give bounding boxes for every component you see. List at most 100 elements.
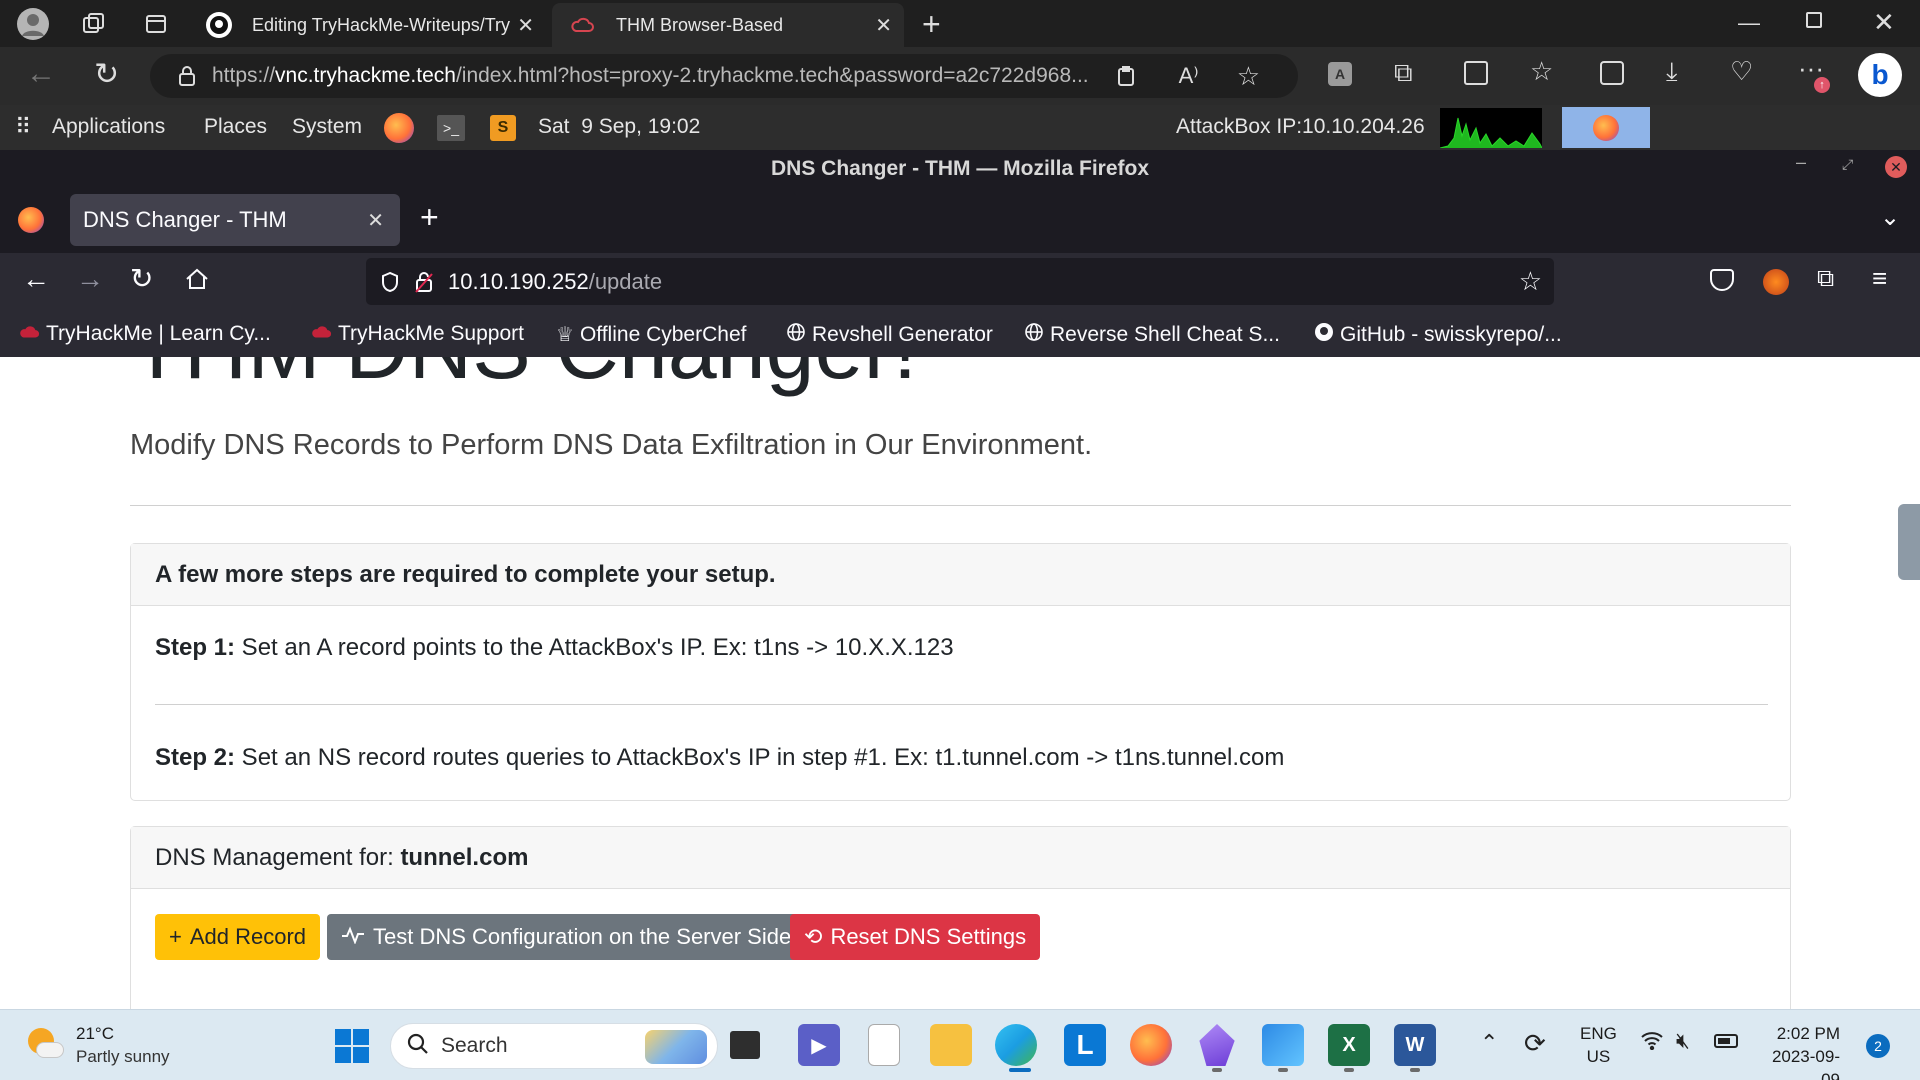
- ff-maximize-icon[interactable]: ⤢: [1842, 156, 1853, 173]
- bing-copilot-icon[interactable]: b: [1858, 53, 1902, 97]
- bookmark-cyberchef[interactable]: ♕ Offline CyberChef: [556, 322, 746, 347]
- system-clock[interactable]: 2:02 PM 2023-09-09: [1760, 1022, 1840, 1080]
- firefox-launcher-icon[interactable]: [384, 113, 414, 143]
- forward-icon[interactable]: →: [76, 263, 104, 295]
- volume-muted-icon[interactable]: 🔇︎: [1676, 1028, 1690, 1054]
- language-indicator[interactable]: ENG US: [1580, 1022, 1617, 1068]
- page-title: THM DNS Changer!: [130, 357, 917, 399]
- dns-management-header: DNS Management for: tunnel.com: [131, 827, 1790, 889]
- terminal-launcher-icon[interactable]: >_: [437, 115, 465, 141]
- collections-icon[interactable]: [1600, 61, 1624, 85]
- firefox-address-bar[interactable]: 10.10.190.252/update ☆: [366, 258, 1554, 305]
- bookmark-thm-support[interactable]: TryHackMe Support: [310, 322, 524, 346]
- step-2: Step 2: Set an NS record routes queries …: [155, 744, 1284, 772]
- url-host: 10.10.190.252: [448, 268, 589, 294]
- taskbar-search-box[interactable]: Search: [390, 1023, 718, 1069]
- applications-menu[interactable]: Applications: [52, 115, 165, 139]
- foxyproxy-icon[interactable]: [1763, 269, 1789, 295]
- browser-essentials-icon[interactable]: ♡: [1730, 56, 1753, 87]
- downloads-icon[interactable]: ⤓: [1666, 56, 1678, 88]
- sync-icon[interactable]: ⟳: [1524, 1028, 1546, 1059]
- workspaces-icon[interactable]: [80, 10, 108, 38]
- url-path: /index.html?host=proxy-2.tryhackme.tech&…: [455, 64, 1089, 87]
- system-menu[interactable]: System: [292, 115, 362, 139]
- clipboard-icon[interactable]: [1117, 65, 1135, 87]
- test-dns-config-button[interactable]: Test DNS Configuration on the Server Sid…: [327, 914, 806, 960]
- globe-icon: [1024, 322, 1044, 348]
- bookmark-github[interactable]: GitHub - swisskyrepo/...: [1314, 322, 1562, 348]
- places-menu[interactable]: Places: [204, 115, 267, 139]
- profile-avatar-icon[interactable]: [17, 8, 49, 40]
- edge-address-bar[interactable]: https://vnc.tryhackme.tech/index.html?ho…: [150, 54, 1298, 98]
- refresh-icon[interactable]: ↻: [94, 57, 119, 92]
- ff-minimize-icon[interactable]: –: [1796, 152, 1806, 173]
- setup-header-text: A few more steps are required to complet…: [155, 560, 776, 588]
- close-window-icon[interactable]: ✕: [1873, 7, 1895, 38]
- activity-pulse-icon: [341, 924, 365, 950]
- tracking-shield-icon[interactable]: [380, 271, 400, 293]
- excel-icon[interactable]: X: [1328, 1024, 1370, 1066]
- reload-icon[interactable]: ↻: [130, 262, 153, 295]
- running-indicator: [1344, 1068, 1354, 1072]
- edge-tab-label: Editing TryHackMe-Writeups/Try: [252, 14, 511, 35]
- bookmark-tryhackme[interactable]: TryHackMe | Learn Cy...: [18, 322, 271, 346]
- new-tab-icon[interactable]: +: [922, 6, 941, 43]
- back-icon[interactable]: ←: [22, 263, 50, 295]
- edge-tab-thm[interactable]: THM Browser-Based ✕: [552, 3, 904, 47]
- read-aloud-icon[interactable]: A⁾: [1179, 63, 1199, 89]
- battery-icon[interactable]: [1714, 1034, 1738, 1048]
- bookmark-star-icon[interactable]: ☆: [1519, 266, 1542, 297]
- wifi-icon[interactable]: [1640, 1030, 1664, 1055]
- new-tab-icon[interactable]: +: [420, 199, 439, 236]
- apps-grid-icon[interactable]: ⠿: [15, 114, 31, 140]
- file-explorer-icon[interactable]: [930, 1024, 972, 1066]
- firefox-window-button[interactable]: [1562, 107, 1650, 148]
- close-tab-icon[interactable]: ✕: [367, 208, 384, 233]
- firefox-view-icon[interactable]: [18, 207, 44, 233]
- windows-start-icon[interactable]: [334, 1028, 370, 1069]
- word-icon[interactable]: W: [1394, 1024, 1436, 1066]
- show-hidden-icons-icon[interactable]: ⌃: [1480, 1030, 1498, 1056]
- pocket-icon[interactable]: [1710, 269, 1734, 291]
- side-panel-handle[interactable]: [1898, 504, 1920, 580]
- edge-toolbar: ← ↻ https://vnc.tryhackme.tech/index.htm…: [0, 47, 1920, 105]
- teams-chat-icon[interactable]: ▶: [798, 1024, 840, 1066]
- file-document-icon[interactable]: [868, 1024, 900, 1066]
- notification-badge[interactable]: 2: [1866, 1034, 1890, 1058]
- photos-icon[interactable]: [1262, 1024, 1304, 1066]
- firefox-taskbar-icon[interactable]: [1130, 1024, 1172, 1066]
- restore-icon[interactable]: [1806, 12, 1822, 28]
- favorites-icon[interactable]: ☆: [1530, 56, 1553, 87]
- panel-clock[interactable]: Sat 9 Sep, 19:02: [538, 115, 700, 139]
- reset-dns-button[interactable]: ⟲ Reset DNS Settings: [790, 914, 1041, 960]
- firefox-tab-dns-changer[interactable]: DNS Changer - THM ✕: [70, 194, 400, 246]
- l-app-icon[interactable]: L: [1064, 1024, 1106, 1066]
- extensions-icon[interactable]: ⧉: [1817, 265, 1834, 293]
- extensions-puzzle-icon[interactable]: ⧉: [1394, 57, 1413, 89]
- close-tab-icon[interactable]: ✕: [517, 13, 534, 38]
- sublime-launcher-icon[interactable]: S: [490, 115, 516, 141]
- weather-widget[interactable]: 21°C Partly sunny: [26, 1022, 170, 1068]
- minimize-icon[interactable]: —: [1738, 10, 1760, 36]
- gnome-top-panel: ⠿ Applications Places System >_ S Sat 9 …: [0, 105, 1920, 150]
- firefox-tab-bar: DNS Changer - THM ✕ + ⌄: [0, 187, 1920, 253]
- split-screen-icon[interactable]: [1464, 61, 1488, 85]
- home-icon[interactable]: [184, 267, 210, 296]
- obsidian-icon[interactable]: [1199, 1024, 1235, 1066]
- list-all-tabs-icon[interactable]: ⌄: [1880, 203, 1900, 232]
- close-tab-icon[interactable]: ✕: [875, 13, 892, 38]
- bookmark-reverse-shell[interactable]: Reverse Shell Cheat S...: [1024, 322, 1280, 348]
- back-icon[interactable]: ←: [26, 57, 56, 91]
- bookmark-revshell[interactable]: Revshell Generator: [786, 322, 993, 348]
- menu-hamburger-icon[interactable]: ≡: [1872, 263, 1887, 294]
- insecure-lock-icon[interactable]: [414, 271, 434, 293]
- step-2-label: Step 2:: [155, 744, 236, 771]
- edge-browser-icon[interactable]: [995, 1024, 1037, 1066]
- task-view-icon[interactable]: [730, 1031, 760, 1059]
- favorite-star-icon[interactable]: ☆: [1237, 61, 1260, 92]
- ff-close-window-icon[interactable]: ✕: [1885, 156, 1907, 178]
- extension-icon[interactable]: A: [1328, 62, 1352, 86]
- edge-tab-github[interactable]: Editing TryHackMe-Writeups/Try ✕: [196, 3, 546, 47]
- vertical-tabs-icon[interactable]: [142, 10, 170, 38]
- add-record-button[interactable]: + Add Record: [155, 914, 321, 960]
